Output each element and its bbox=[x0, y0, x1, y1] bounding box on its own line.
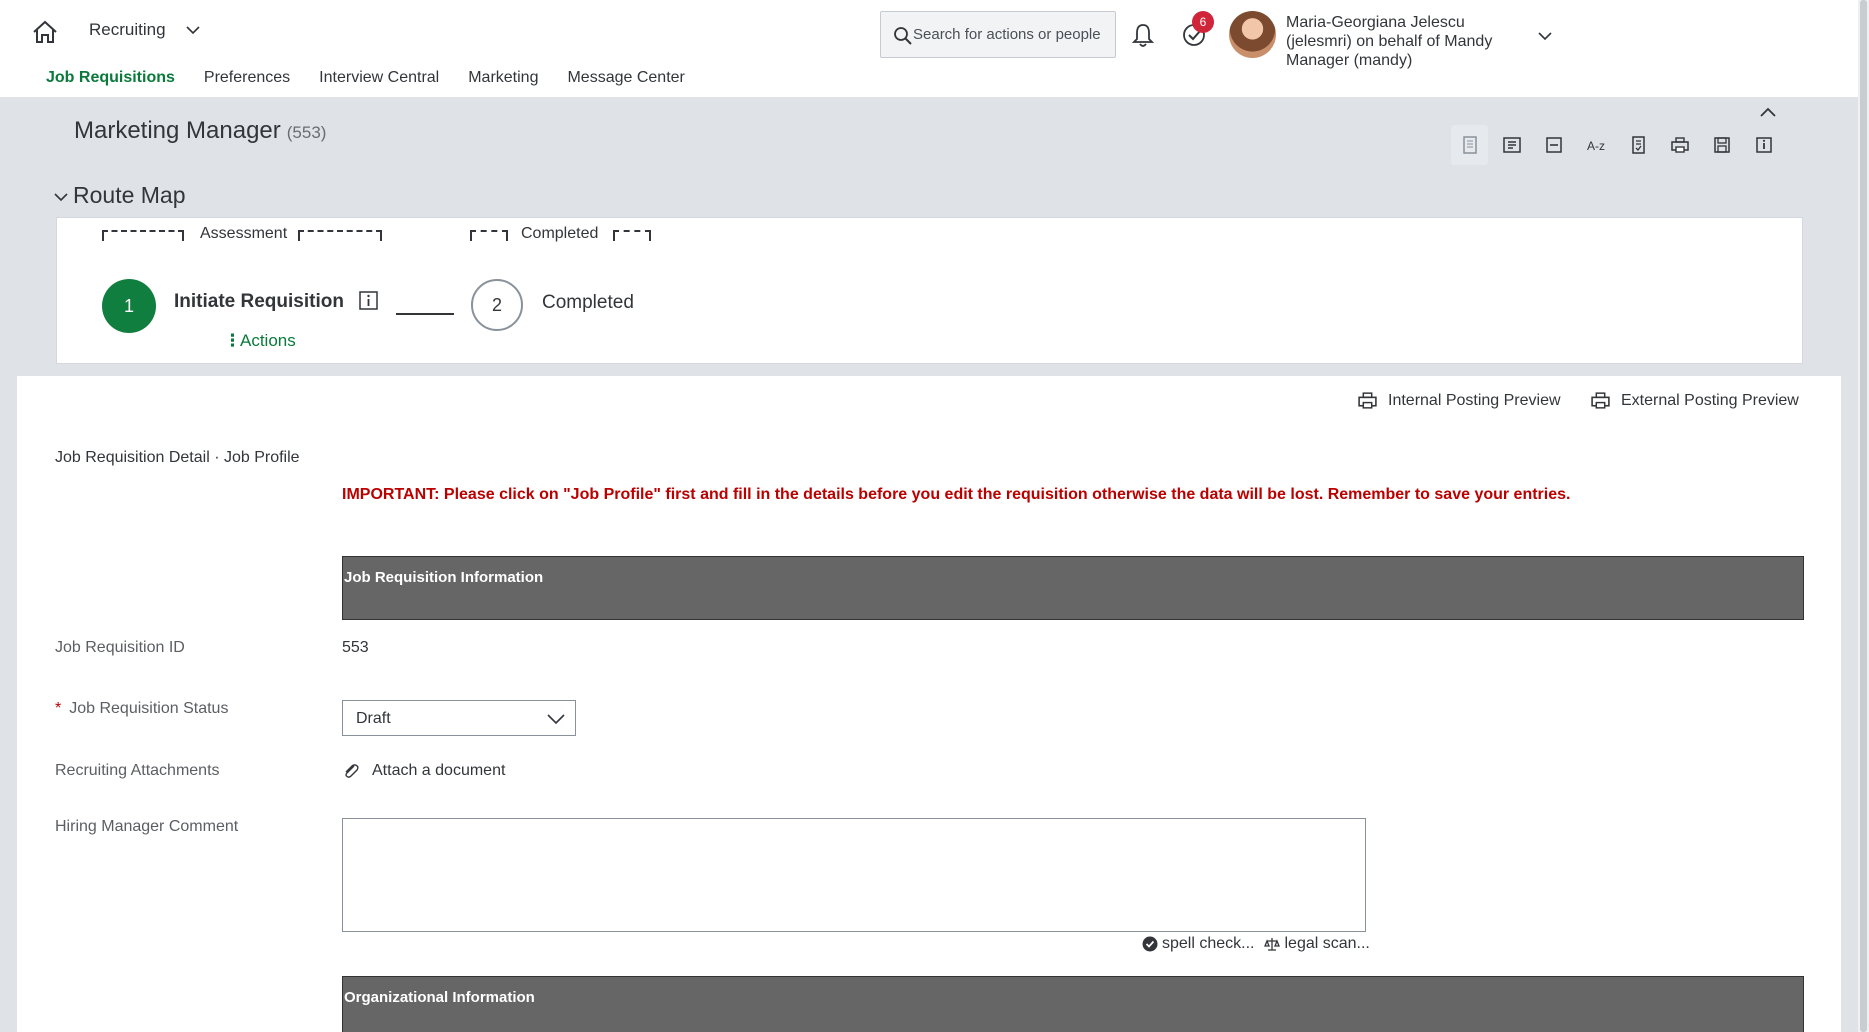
svg-text:A-z: A-z bbox=[1587, 139, 1605, 153]
check-circle-icon bbox=[1142, 936, 1158, 952]
page-title: Marketing Manager (553) bbox=[74, 117, 326, 145]
route-map-header[interactable]: Route Map bbox=[54, 182, 186, 209]
paperclip-icon bbox=[345, 764, 359, 778]
external-posting-preview-button[interactable]: External Posting Preview bbox=[1590, 390, 1799, 411]
tab-marketing[interactable]: Marketing bbox=[468, 69, 538, 87]
search-icon bbox=[894, 27, 912, 45]
document-icon bbox=[1631, 136, 1645, 154]
printer-icon bbox=[1358, 392, 1377, 409]
internal-posting-preview-label: Internal Posting Preview bbox=[1388, 391, 1561, 409]
page-icon bbox=[1462, 136, 1477, 154]
requisition-form-card bbox=[17, 376, 1841, 1032]
todo-count-badge: 6 bbox=[1192, 11, 1214, 33]
printer-icon bbox=[1670, 137, 1689, 153]
actions-label: Actions bbox=[240, 331, 296, 350]
stage-bracket bbox=[470, 230, 508, 241]
avatar[interactable] bbox=[1229, 11, 1276, 58]
job-requisition-status-text: Job Requisition Status bbox=[69, 700, 229, 717]
job-requisition-id-value: 553 bbox=[342, 639, 369, 656]
tab-job-requisitions[interactable]: Job Requisitions bbox=[46, 69, 175, 87]
info-button[interactable] bbox=[1745, 125, 1782, 165]
collapse-all-button[interactable] bbox=[1535, 125, 1572, 165]
step-1-indicator[interactable]: 1 bbox=[102, 279, 156, 333]
document-button[interactable] bbox=[1619, 125, 1656, 165]
section-header-organizational-information: Organizational Information bbox=[342, 976, 1804, 1032]
job-requisition-status-select[interactable]: Draft bbox=[342, 700, 576, 736]
chevron-down-icon bbox=[54, 193, 68, 202]
legal-scan-link[interactable]: legal scan... bbox=[1284, 935, 1369, 953]
hiring-manager-comment-label: Hiring Manager Comment bbox=[55, 818, 239, 835]
stage-label-completed: Completed bbox=[521, 225, 599, 242]
route-map-title: Route Map bbox=[73, 182, 186, 208]
info-icon bbox=[1755, 137, 1772, 153]
page-toolbar: A-z bbox=[1451, 125, 1782, 165]
stage-bracket bbox=[613, 230, 651, 241]
print-button[interactable] bbox=[1661, 125, 1698, 165]
actions-menu[interactable]: ⋮Actions bbox=[224, 331, 296, 351]
stage-bracket bbox=[298, 230, 382, 241]
internal-posting-preview-button[interactable]: Internal Posting Preview bbox=[1357, 390, 1561, 411]
collapse-icon bbox=[1545, 137, 1562, 153]
tab-interview-central[interactable]: Interview Central bbox=[319, 69, 439, 87]
job-requisition-id-label: Job Requisition ID bbox=[55, 639, 185, 656]
step-1-label[interactable]: Initiate Requisition bbox=[174, 291, 344, 313]
search-placeholder: Search for actions or people bbox=[913, 26, 1101, 43]
section-header-job-requisition-information: Job Requisition Information bbox=[342, 556, 1804, 620]
hiring-manager-comment-input[interactable] bbox=[342, 818, 1366, 932]
user-proxy-line: (jelesmri) on behalf of Mandy bbox=[1286, 33, 1493, 50]
spell-check-link[interactable]: spell check... bbox=[1162, 935, 1254, 953]
module-switcher[interactable]: Recruiting bbox=[89, 20, 166, 40]
section-view-button[interactable] bbox=[1493, 125, 1530, 165]
external-posting-preview-label: External Posting Preview bbox=[1621, 391, 1799, 409]
save-icon bbox=[1713, 137, 1730, 153]
page-title-text: Marketing Manager bbox=[74, 117, 281, 144]
sort-az-icon: A-z bbox=[1587, 139, 1605, 153]
page-scrollbar[interactable] bbox=[1858, 0, 1869, 1032]
spell-legal-tools: spell check... legal scan... bbox=[1142, 935, 1370, 953]
home-icon[interactable] bbox=[32, 20, 58, 44]
more-vertical-icon: ⋮ bbox=[224, 331, 241, 350]
chevron-down-icon[interactable] bbox=[186, 25, 200, 35]
attach-document-label: Attach a document bbox=[372, 762, 506, 779]
stage-bracket bbox=[102, 230, 184, 241]
important-notice: IMPORTANT: Please click on "Job Profile"… bbox=[342, 486, 1571, 503]
list-section-icon bbox=[1502, 137, 1521, 153]
chevron-down-icon bbox=[547, 714, 565, 725]
bell-icon[interactable] bbox=[1131, 22, 1155, 48]
sort-az-button[interactable]: A-z bbox=[1577, 125, 1614, 165]
user-menu[interactable]: Maria-Georgiana Jelescu (jelesmri) on be… bbox=[1286, 13, 1526, 70]
step-2-label: Completed bbox=[542, 292, 634, 313]
user-proxy-line: Manager (mandy) bbox=[1286, 52, 1413, 69]
tab-message-center[interactable]: Message Center bbox=[567, 69, 684, 87]
step-connector bbox=[396, 313, 454, 315]
step-2-indicator[interactable]: 2 bbox=[471, 279, 523, 331]
printer-icon bbox=[1591, 392, 1610, 409]
stage-label-assessment: Assessment bbox=[200, 225, 288, 242]
top-navigation: Job Requisitions Preferences Interview C… bbox=[46, 69, 685, 87]
user-name-line: Maria-Georgiana Jelescu bbox=[1286, 14, 1465, 31]
save-button[interactable] bbox=[1703, 125, 1740, 165]
shell-bar: Recruiting Search for actions or people … bbox=[0, 0, 1858, 97]
recruiting-attachments-label: Recruiting Attachments bbox=[55, 762, 220, 779]
chevron-up-icon[interactable] bbox=[1760, 106, 1776, 118]
legal-scale-icon bbox=[1264, 938, 1281, 951]
status-selected-value: Draft bbox=[356, 710, 391, 727]
job-requisition-status-label: * Job Requisition Status bbox=[55, 700, 228, 718]
attach-document-link[interactable]: Attach a document bbox=[342, 762, 505, 780]
search-input[interactable]: Search for actions or people bbox=[880, 11, 1116, 58]
single-page-view-button[interactable] bbox=[1451, 125, 1488, 165]
required-asterisk: * bbox=[55, 700, 62, 717]
requisition-count: (553) bbox=[286, 123, 327, 142]
info-icon[interactable] bbox=[359, 291, 378, 310]
section-breadcrumb: Job Requisition Detail · Job Profile bbox=[55, 449, 300, 466]
chevron-down-icon[interactable] bbox=[1538, 31, 1552, 41]
tab-preferences[interactable]: Preferences bbox=[204, 69, 290, 87]
scrollbar-thumb[interactable] bbox=[1860, 0, 1867, 1032]
